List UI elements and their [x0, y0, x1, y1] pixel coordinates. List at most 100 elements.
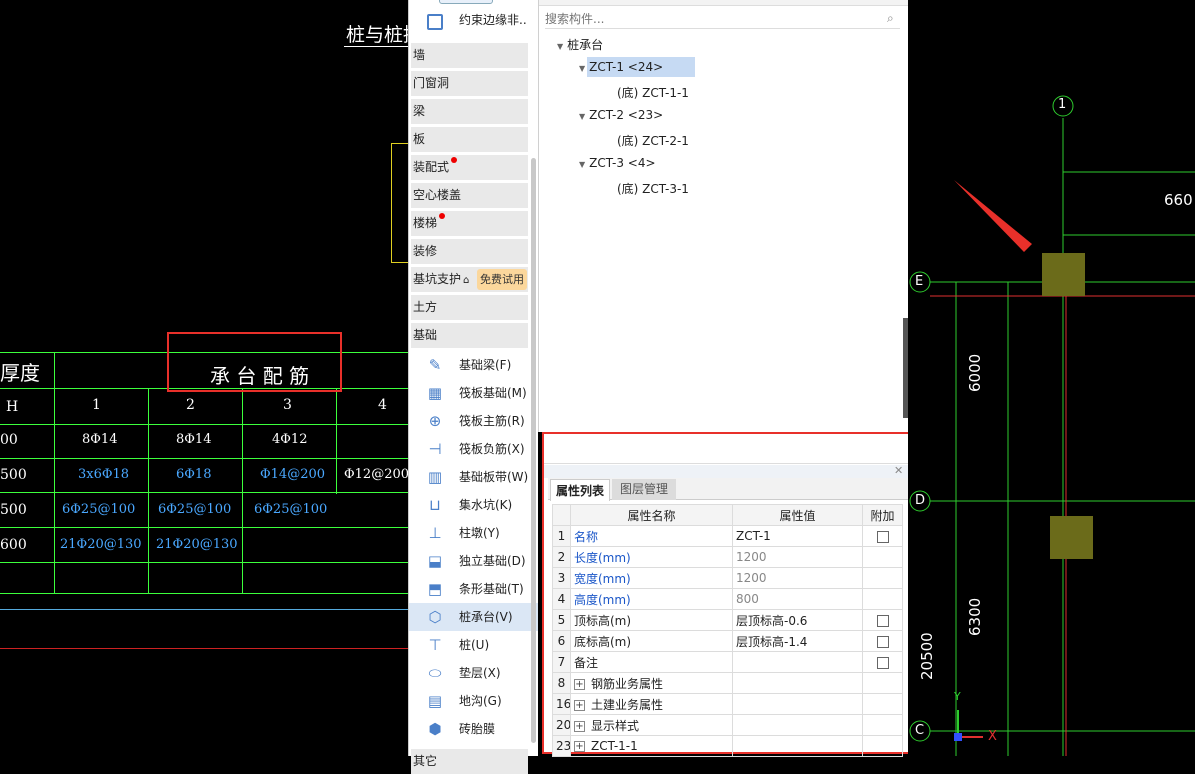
nav-category-prefab[interactable]: 装配式: [411, 155, 528, 180]
nav-category-slab[interactable]: 板: [411, 127, 528, 152]
nav-item-raft-foundation[interactable]: ▦ 筏板基础(M): [409, 379, 538, 407]
prop-value[interactable]: 层顶标高-1.4: [732, 630, 863, 652]
table-line: [0, 562, 408, 563]
extra-checkbox[interactable]: [876, 635, 889, 648]
nav-item-edge-member[interactable]: 约束边缘非..: [409, 0, 538, 40]
grid-header-index: [552, 504, 571, 526]
prop-value[interactable]: [732, 651, 863, 673]
foundation-beam-icon: ✎: [428, 356, 442, 374]
table-row[interactable]: 2 长度(mm) 1200: [552, 546, 903, 568]
close-icon[interactable]: ✕: [894, 464, 903, 477]
nav-category-door-window[interactable]: 门窗洞: [411, 71, 528, 96]
nav-item-strip-footing[interactable]: ⬒ 条形基础(T): [409, 575, 538, 603]
nav-item-label: 基础梁(F): [459, 358, 512, 372]
nav-item-label: 基础板带(W): [459, 470, 529, 484]
nav-category-other[interactable]: 其它: [411, 749, 528, 774]
prop-value[interactable]: 800: [732, 588, 863, 610]
row-index: 5: [552, 609, 571, 631]
nav-category-earthwork[interactable]: 土方: [411, 295, 528, 320]
raft-main-rebar-icon: ⊕: [428, 412, 442, 430]
table-row[interactable]: 6 底标高(m) 层顶标高-1.4: [552, 630, 903, 652]
tree-child[interactable]: (底) ZCT-2-1: [617, 132, 689, 149]
tree-group[interactable]: ▼ ZCT-1 <24>: [579, 60, 663, 74]
nav-item-brick-mold[interactable]: ⬢ 砖胎膜: [409, 715, 538, 743]
nav-category-hollow-floor[interactable]: 空心楼盖: [411, 183, 528, 208]
tab-layer-management[interactable]: 图层管理: [612, 479, 676, 500]
expand-icon: ▼: [579, 160, 586, 169]
col-header-1: 1: [92, 397, 101, 413]
nav-item-pile[interactable]: ⊤ 桩(U): [409, 631, 538, 659]
extra-cell: [862, 714, 903, 736]
nav-category-label: 其它: [413, 754, 438, 768]
expand-plus-icon[interactable]: +: [574, 720, 585, 732]
table-row[interactable]: 4 高度(mm) 800: [552, 588, 903, 610]
prop-value[interactable]: 层顶标高-0.6: [732, 609, 863, 631]
search-icon[interactable]: ⌕: [887, 11, 894, 26]
nav-item-column-pier[interactable]: ⊥ 柱墩(Y): [409, 519, 538, 547]
nav-category-pit-support[interactable]: 基坑支护 ⌂ 免费试用: [411, 267, 528, 292]
table-row[interactable]: 16 + 土建业务属性: [552, 693, 903, 715]
col-header-2: 2: [186, 397, 195, 413]
nav-category-decoration[interactable]: 装修: [411, 239, 528, 264]
nav-item-raft-negative-rebar[interactable]: ⊣ 筏板负筋(X): [409, 435, 538, 463]
col-header-h: H: [6, 399, 19, 415]
extra-checkbox[interactable]: [876, 656, 889, 669]
table-line: [0, 492, 408, 493]
raft-foundation-icon: ▦: [427, 384, 443, 402]
nav-item-raft-main-rebar[interactable]: ⊕ 筏板主筋(R): [409, 407, 538, 435]
prop-name: ZCT-1-1: [591, 739, 638, 753]
nav-item-sump-pit[interactable]: ⊔ 集水坑(K): [409, 491, 538, 519]
expand-plus-icon[interactable]: +: [574, 741, 585, 752]
nav-item-isolated-footing[interactable]: ⬓ 独立基础(D): [409, 547, 538, 575]
nav-category-label: 装配式: [413, 160, 450, 174]
tree-group[interactable]: ▼ ZCT-2 <23>: [579, 108, 663, 122]
table-row[interactable]: 7 备注: [552, 651, 903, 673]
trench-icon: ▤: [427, 692, 443, 710]
table-row[interactable]: 23 + ZCT-1-1: [552, 735, 903, 757]
nav-item-label: 独立基础(D): [459, 554, 526, 568]
nav-item-label: 筏板负筋(X): [459, 442, 525, 456]
cad-right-viewport[interactable]: 1 E D C 660 6000 6300 20500 Y X: [908, 0, 1195, 756]
nav-item-foundation-strip[interactable]: ▥ 基础板带(W): [409, 463, 538, 491]
prop-name-cell: + ZCT-1-1: [570, 735, 733, 757]
prop-value[interactable]: 1200: [732, 546, 863, 568]
expand-icon: ▼: [579, 112, 586, 121]
expand-plus-icon[interactable]: +: [574, 699, 585, 711]
nav-category-foundation[interactable]: 基础: [411, 323, 528, 348]
nav-category-label: 墙: [413, 48, 426, 62]
table-row[interactable]: 20 + 显示样式: [552, 714, 903, 736]
nav-category-beam[interactable]: 梁: [411, 99, 528, 124]
nav-item-pile-cap[interactable]: ⬡ 桩承台(V): [409, 603, 538, 631]
new-dot: [439, 213, 445, 219]
nav-category-label: 板: [413, 132, 426, 146]
nav-category-label: 空心楼盖: [413, 188, 462, 202]
nav-category-wall[interactable]: 墙: [411, 43, 528, 68]
nav-item-cushion[interactable]: ⬭ 垫层(X): [409, 659, 538, 687]
table-row[interactable]: 5 顶标高(m) 层顶标高-0.6: [552, 609, 903, 631]
prop-value[interactable]: ZCT-1: [732, 525, 863, 547]
tree-child[interactable]: (底) ZCT-1-1: [617, 84, 689, 101]
nav-category-stairs[interactable]: 楼梯: [411, 211, 528, 236]
cad-left-viewport[interactable]: 桩与桩接 厚度 承 台 配 筋 H 1 2 3 4 00 8Φ14 8Φ14 4…: [0, 0, 408, 756]
cyan-line: [0, 609, 408, 610]
tree-root[interactable]: ▼ 桩承台: [557, 36, 603, 53]
table-row[interactable]: 3 宽度(mm) 1200: [552, 567, 903, 589]
row-index: 20: [552, 714, 571, 736]
table-row[interactable]: 8 + 钢筋业务属性: [552, 672, 903, 694]
extra-checkbox[interactable]: [876, 530, 889, 543]
search-input[interactable]: [545, 9, 900, 29]
nav-category-label: 基坑支护: [413, 272, 462, 286]
tree-group[interactable]: ▼ ZCT-3 <4>: [579, 156, 656, 170]
nav-scrollbar[interactable]: [531, 158, 536, 743]
nav-item-trench[interactable]: ▤ 地沟(G): [409, 687, 538, 715]
extra-checkbox[interactable]: [876, 614, 889, 627]
trial-badge[interactable]: 免费试用: [477, 269, 527, 290]
prop-value[interactable]: 1200: [732, 567, 863, 589]
tree-child[interactable]: (底) ZCT-3-1: [617, 180, 689, 197]
prop-name-cell: + 钢筋业务属性: [570, 672, 733, 694]
expand-plus-icon[interactable]: +: [574, 678, 585, 690]
nav-item-foundation-beam[interactable]: ✎ 基础梁(F): [409, 351, 538, 379]
extra-cell: [862, 546, 903, 568]
tab-property-list[interactable]: 属性列表: [550, 479, 610, 501]
table-row[interactable]: 1 名称 ZCT-1: [552, 525, 903, 547]
